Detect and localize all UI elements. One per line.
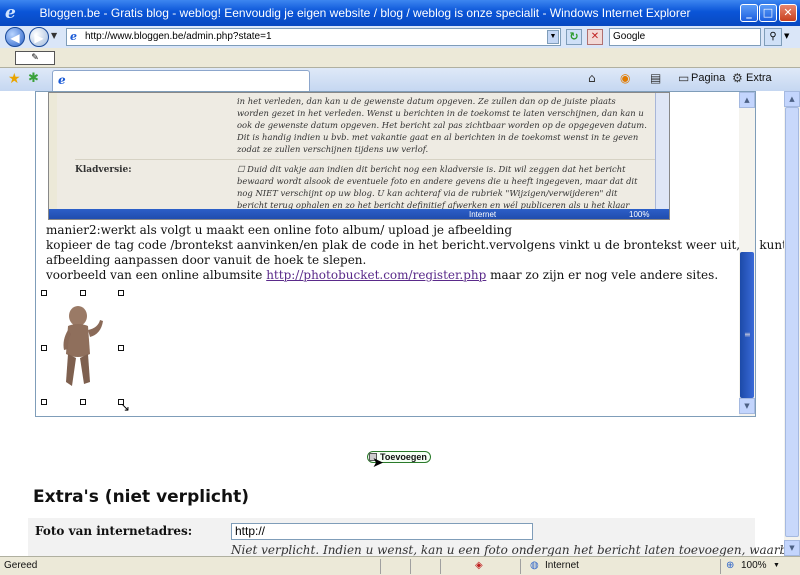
navigation-bar: ◀ ▶ ▼ e http://www.bloggen.be/admin.php?…	[0, 26, 800, 48]
stop-button[interactable]: ✕	[587, 29, 603, 45]
resize-handle[interactable]	[118, 345, 124, 351]
status-bar: Gereed ◈ ◍ Internet ⊕ 100% ▼	[0, 556, 800, 575]
embedded-divider	[75, 159, 655, 160]
print-icon[interactable]: ▤	[650, 71, 661, 85]
title-bar: e Bloggen.be - Gratis blog - weblog! Een…	[0, 0, 800, 26]
baby-image[interactable]	[54, 302, 104, 394]
foto-help-text: Niet verplicht. Indien u wenst, kan u ee…	[231, 543, 784, 556]
tab-bar: ★ ✱ e ⌂ ◉ ▤ ▭ Pagina ⚙ Extra	[0, 68, 800, 91]
resize-cursor-icon: ↘	[120, 400, 131, 414]
editor-text-line: voorbeeld van een online albumsite http:…	[46, 268, 719, 282]
resize-handle[interactable]	[41, 399, 47, 405]
tab-page-icon: e	[58, 73, 66, 87]
embedded-statusbar: Internet 100%	[49, 209, 669, 219]
kladversie-label: Kladversie:	[75, 165, 132, 175]
embedded-screenshot-image: in het verleden, dan kan u de gewenste d…	[48, 92, 670, 220]
status-text: Gereed	[4, 560, 38, 571]
favorites-star-icon[interactable]: ★	[8, 71, 21, 87]
status-divider	[440, 559, 441, 574]
address-url[interactable]: http://www.bloggen.be/admin.php?state=1	[85, 29, 272, 45]
foto-url-input[interactable]: http://	[231, 523, 533, 540]
history-dropdown-icon[interactable]: ▼	[51, 31, 57, 40]
security-icon: ◈	[475, 560, 483, 571]
refresh-button[interactable]: ↻	[566, 29, 582, 45]
status-divider	[380, 559, 381, 574]
embedded-help-text: in het verleden, dan kan u de gewenste d…	[237, 96, 647, 154]
foto-label: Foto van internetadres:	[35, 524, 193, 538]
back-button[interactable]: ◀	[5, 27, 25, 47]
resize-handle[interactable]	[80, 399, 86, 405]
resize-handle[interactable]	[41, 345, 47, 351]
add-favorites-icon[interactable]: ✱	[28, 71, 39, 86]
resize-handle[interactable]	[80, 290, 86, 296]
extras-heading: Extra's (niet verplicht)	[33, 487, 249, 507]
home-icon[interactable]: ⌂	[588, 71, 596, 85]
page-content: in het verleden, dan kan u de gewenste d…	[0, 91, 784, 556]
zoom-icon: ⊕	[726, 560, 735, 571]
editor-scrollbar[interactable]: ▲ ≡ ▼	[739, 92, 755, 416]
search-icon[interactable]: ⚲	[764, 28, 782, 46]
links-toolbar-icon[interactable]: ✎	[15, 51, 55, 65]
editor-text-line: manier2:werkt als volgt u maakt een onli…	[46, 223, 513, 237]
forward-button[interactable]: ▶	[29, 27, 49, 47]
resize-handle[interactable]	[118, 290, 124, 296]
zoom-dropdown-icon[interactable]: ▼	[773, 562, 780, 569]
page-scroll-up-icon[interactable]: ▲	[784, 91, 800, 107]
page-scroll-down-icon[interactable]: ▼	[784, 540, 800, 556]
tools-gear-icon: ⚙	[732, 71, 743, 85]
scroll-grip-icon: ≡	[744, 330, 751, 339]
extra-menu[interactable]: Extra	[746, 72, 772, 84]
zoom-level[interactable]: 100%	[741, 560, 767, 571]
search-input[interactable]: Google	[609, 28, 761, 46]
internet-zone-icon: ◍	[530, 560, 539, 571]
tab-active[interactable]: e	[52, 70, 310, 91]
page-scrollbar[interactable]: ▲ ▼	[784, 91, 800, 556]
address-dropdown-icon[interactable]: ▼	[547, 30, 559, 44]
maximize-button[interactable]: □	[759, 4, 777, 22]
embedded-scrollbar	[655, 93, 669, 209]
page-scroll-thumb[interactable]	[785, 107, 799, 537]
minimize-button[interactable]: _	[740, 4, 758, 22]
photobucket-link[interactable]: http://photobucket.com/register.php	[266, 268, 486, 282]
mouse-pointer-icon: ➤	[372, 455, 384, 471]
status-divider	[410, 559, 411, 574]
status-divider	[720, 559, 721, 574]
feeds-icon[interactable]: ◉	[620, 71, 630, 85]
close-button[interactable]: ✕	[779, 4, 797, 22]
resize-handle[interactable]	[41, 290, 47, 296]
search-dropdown-icon[interactable]: ▼	[784, 32, 789, 40]
page-menu[interactable]: Pagina	[691, 72, 725, 84]
embedded-screenshot-panel: in het verleden, dan kan u de gewenste d…	[57, 93, 655, 219]
scroll-up-icon[interactable]: ▲	[739, 92, 755, 108]
status-divider	[520, 559, 521, 574]
links-bar: ✎	[0, 48, 800, 68]
window-title: Bloggen.be - Gratis blog - weblog! Eenvo…	[39, 6, 691, 20]
page-menu-icon: ▭	[678, 71, 690, 85]
scroll-down-icon[interactable]: ▼	[739, 398, 755, 414]
foto-row: Foto van internetadres: http:// Niet ver…	[28, 518, 784, 556]
zone-text: Internet	[545, 560, 579, 571]
editor-text-line: afbeelding aanpassen door vanuit de hoek…	[46, 253, 367, 267]
editor-text-line: kopieer de tag code /brontekst aanvinken…	[46, 238, 784, 252]
address-input[interactable]: e http://www.bloggen.be/admin.php?state=…	[66, 28, 561, 46]
rich-text-editor[interactable]: in het verleden, dan kan u de gewenste d…	[35, 91, 784, 417]
editor-scroll-thumb[interactable]	[740, 252, 754, 398]
page-icon: e	[70, 30, 77, 43]
